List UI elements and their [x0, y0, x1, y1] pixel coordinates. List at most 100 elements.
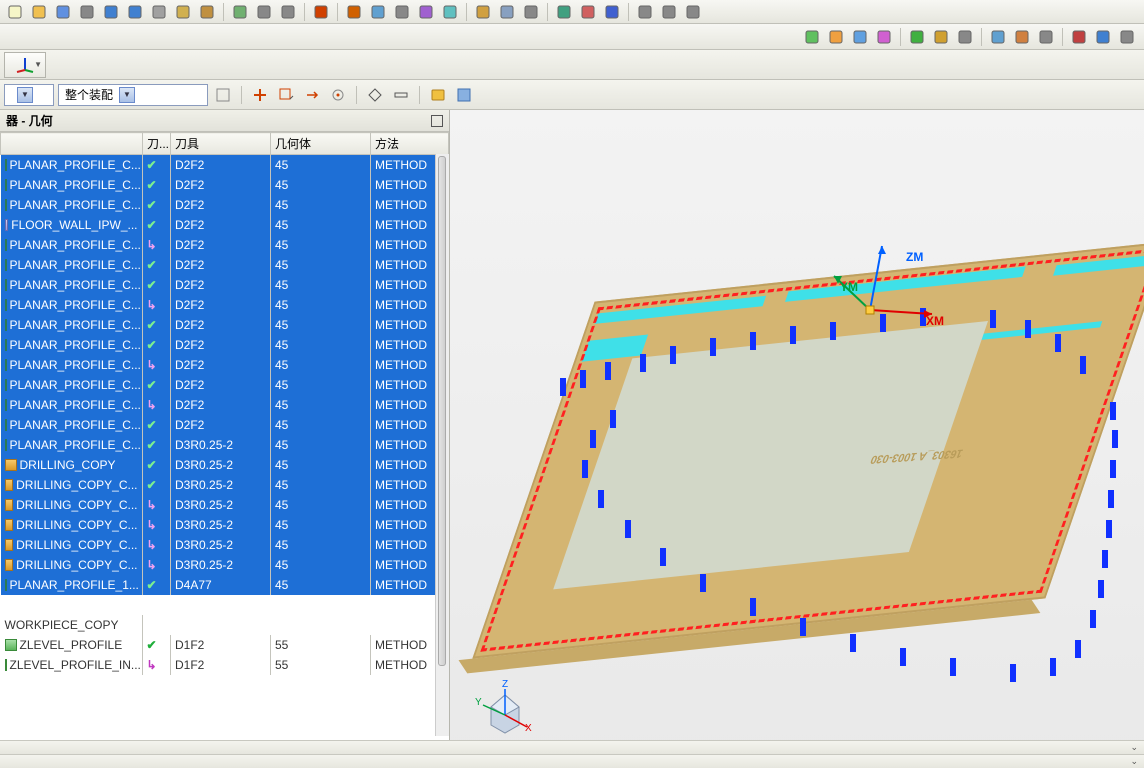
view-fit-button[interactable] — [427, 85, 449, 105]
operation-row[interactable]: PLANAR_PROFILE_C...✔D3R0.25-245METHOD — [1, 435, 449, 455]
operation-row[interactable]: ZLEVEL_PROFILE✔D1F255METHOD — [1, 635, 449, 655]
operation-row[interactable]: PLANAR_PROFILE_1...✔D4A7745METHOD — [1, 575, 449, 595]
op-tool: D3R0.25-2 — [171, 475, 271, 495]
window-button[interactable] — [634, 2, 656, 22]
mirror-button[interactable] — [439, 2, 461, 22]
create-program-button[interactable] — [801, 27, 823, 47]
selection-scope-button[interactable] — [212, 85, 234, 105]
column-header-2[interactable]: 刀具 — [171, 133, 271, 155]
operation-row[interactable]: DRILLING_COPY_C...↳D3R0.25-245METHOD — [1, 535, 449, 555]
chevron-down-icon[interactable]: ⌄ — [1130, 756, 1138, 767]
shop-doc-button[interactable] — [1011, 27, 1033, 47]
op-status: ✔ — [143, 435, 171, 455]
operation-row[interactable]: FLOOR_WALL_IPW_...✔D2F245METHOD — [1, 215, 449, 235]
operation-row[interactable]: PLANAR_PROFILE_C...✔D2F245METHOD — [1, 335, 449, 355]
pattern-button[interactable] — [415, 2, 437, 22]
sim-button[interactable] — [1068, 27, 1090, 47]
wcs-button[interactable] — [310, 2, 332, 22]
panel-undock-button[interactable] — [431, 115, 443, 127]
operation-row[interactable]: PLANAR_PROFILE_C...✔D2F245METHOD — [1, 155, 449, 176]
operation-row[interactable]: PLANAR_PROFILE_C...✔D2F245METHOD — [1, 195, 449, 215]
post-button[interactable] — [987, 27, 1009, 47]
new-button[interactable] — [4, 2, 26, 22]
replay-button[interactable] — [1092, 27, 1114, 47]
op-geom: 45 — [271, 255, 371, 275]
operation-row[interactable]: PLANAR_PROFILE_C...✔D2F245METHOD — [1, 315, 449, 335]
cut-button[interactable] — [148, 2, 170, 22]
redo-button[interactable] — [124, 2, 146, 22]
op-status: ✔ — [143, 575, 171, 595]
graphics-viewport[interactable]: 16303_A 1003-030 ZM YM XM — [450, 110, 1144, 768]
select-add-button[interactable] — [249, 85, 271, 105]
column-header-1[interactable]: 刀... — [143, 133, 171, 155]
analyze-button[interactable] — [577, 2, 599, 22]
operation-row[interactable]: ZLEVEL_PROFILE_IN...↳D1F255METHOD — [1, 655, 449, 675]
column-header-4[interactable]: 方法 — [371, 133, 449, 155]
operation-row[interactable]: PLANAR_PROFILE_C...✔D2F245METHOD — [1, 415, 449, 435]
operation-row[interactable]: PLANAR_PROFILE_C...✔D2F245METHOD — [1, 275, 449, 295]
operation-row[interactable]: PLANAR_PROFILE_C...↳D2F245METHOD — [1, 295, 449, 315]
sketch-button[interactable] — [343, 2, 365, 22]
extrude-button[interactable] — [367, 2, 389, 22]
operation-row[interactable]: PLANAR_PROFILE_C...✔D2F245METHOD — [1, 175, 449, 195]
view-section-button[interactable] — [453, 85, 475, 105]
snap-options-dropdown[interactable] — [390, 85, 412, 105]
operation-row[interactable]: PLANAR_PROFILE_C...↳D2F245METHOD — [1, 355, 449, 375]
type-filter-combo[interactable]: ▼ — [4, 84, 54, 106]
hide-button[interactable] — [253, 2, 275, 22]
options-button[interactable] — [1116, 27, 1138, 47]
select-replace-button[interactable] — [301, 85, 323, 105]
vertical-scrollbar[interactable] — [435, 154, 449, 736]
snap-point-button[interactable] — [364, 85, 386, 105]
hole-button[interactable] — [391, 2, 413, 22]
create-tool-button[interactable] — [825, 27, 847, 47]
show-icon — [280, 4, 296, 20]
operation-row[interactable]: DRILLING_COPY_C...↳D3R0.25-245METHOD — [1, 495, 449, 515]
verify-button[interactable] — [930, 27, 952, 47]
wire-button[interactable] — [520, 2, 542, 22]
selection-filter-bar: ▼ 整个装配 ▼ — [0, 80, 1144, 110]
paste-button[interactable] — [196, 2, 218, 22]
save-button[interactable] — [52, 2, 74, 22]
chevron-down-icon[interactable]: ⌄ — [1130, 742, 1138, 753]
assembly-filter-combo[interactable]: 整个装配 ▼ — [58, 84, 208, 106]
clamp-marker — [1106, 520, 1112, 538]
cascade-button[interactable] — [682, 2, 704, 22]
scrollbar-thumb[interactable] — [438, 156, 446, 666]
print-button[interactable] — [76, 2, 98, 22]
operation-row[interactable]: DRILLING_COPY✔D3R0.25-245METHOD — [1, 455, 449, 475]
operation-row[interactable]: DRILLING_COPY_C...✔D3R0.25-245METHOD — [1, 475, 449, 495]
column-header-3[interactable]: 几何体 — [271, 133, 371, 155]
view-triad[interactable]: X Y Z — [475, 685, 535, 743]
operation-row[interactable]: PLANAR_PROFILE_C...↳D2F245METHOD — [1, 395, 449, 415]
operation-row[interactable]: DRILLING_COPY_C...↳D3R0.25-245METHOD — [1, 555, 449, 575]
copy-button[interactable] — [172, 2, 194, 22]
operation-row[interactable]: PLANAR_PROFILE_C...✔D2F245METHOD — [1, 255, 449, 275]
orient-wcs-button[interactable]: ▼ — [4, 52, 46, 78]
output-button[interactable] — [1035, 27, 1057, 47]
tile-button[interactable] — [658, 2, 680, 22]
operation-row[interactable]: PLANAR_PROFILE_C...✔D2F245METHOD — [1, 375, 449, 395]
info-button[interactable] — [601, 2, 623, 22]
shade-button[interactable] — [496, 2, 518, 22]
op-tool: D2F2 — [171, 415, 271, 435]
column-header-0[interactable] — [1, 133, 143, 155]
op-name: DRILLING_COPY_C... — [16, 558, 137, 572]
op-tool: D2F2 — [171, 335, 271, 355]
create-method-button[interactable] — [873, 27, 895, 47]
create-geom-button[interactable] — [849, 27, 871, 47]
open-button[interactable] — [28, 2, 50, 22]
measure-button[interactable] — [553, 2, 575, 22]
render-button[interactable] — [472, 2, 494, 22]
op-status: ↳ — [143, 395, 171, 415]
layer-button[interactable] — [229, 2, 251, 22]
select-box-dropdown[interactable] — [275, 85, 297, 105]
list-button[interactable] — [954, 27, 976, 47]
select-cycle-button[interactable] — [327, 85, 349, 105]
generate-button[interactable] — [906, 27, 928, 47]
operation-row[interactable]: PLANAR_PROFILE_C...↳D2F245METHOD — [1, 235, 449, 255]
group-row[interactable]: WORKPIECE_COPY — [1, 615, 143, 635]
undo-button[interactable] — [100, 2, 122, 22]
operation-row[interactable]: DRILLING_COPY_C...↳D3R0.25-245METHOD — [1, 515, 449, 535]
show-button[interactable] — [277, 2, 299, 22]
